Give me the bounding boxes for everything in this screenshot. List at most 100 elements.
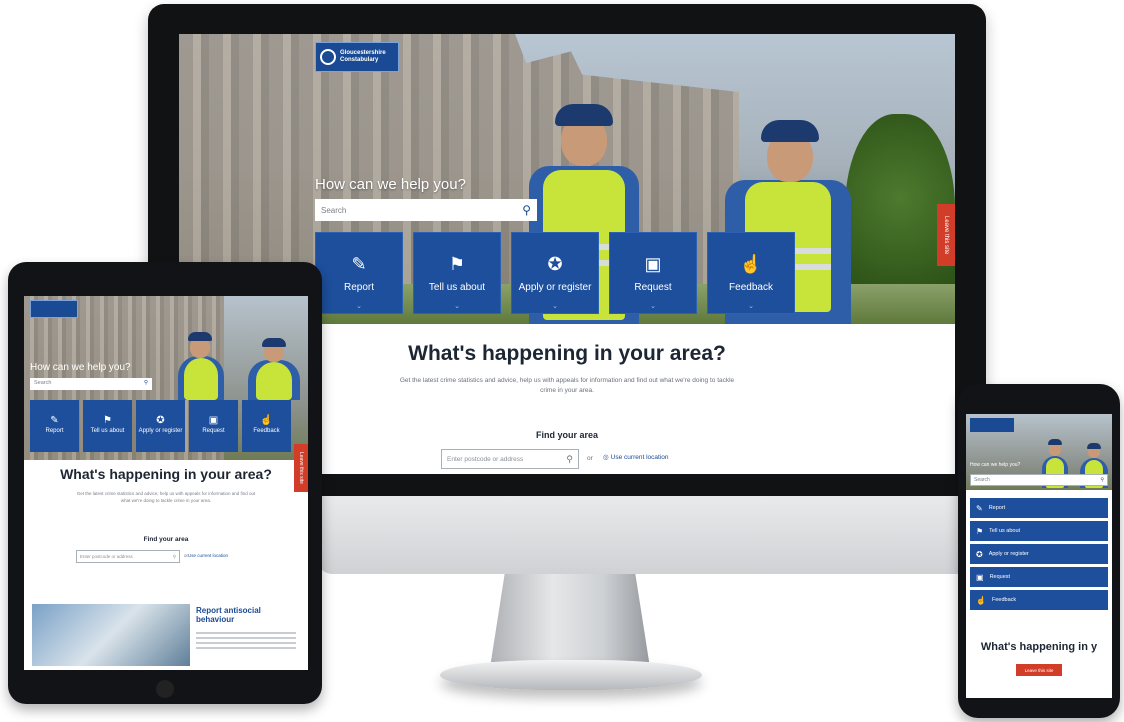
folder-info-icon: ▣ — [976, 572, 984, 582]
use-current-location-link[interactable]: ◎ Use current location — [603, 453, 669, 462]
tile-label: Report — [343, 281, 374, 293]
card-title-link[interactable]: Report antisocial behaviour — [196, 606, 296, 624]
badge-icon: ✪ — [547, 253, 563, 274]
service-tiles: ✎ Report ⌄ ⚑ Tell us about ⌄ ✪ Apply or … — [315, 232, 795, 314]
phone-screen: How can we help you? Search ⚲ ✎ Report ⚑ T… — [966, 414, 1112, 698]
search-icon[interactable]: ⚲ — [1100, 477, 1104, 483]
tile-label: Request — [634, 281, 672, 293]
thumbs-icon: ☝ — [976, 595, 986, 605]
or-label: or — [587, 455, 593, 462]
area-heading: What's happening in your area? — [60, 466, 272, 482]
postcode-placeholder: Enter postcode or address — [447, 455, 524, 463]
menu-item-label: Request — [989, 574, 1011, 580]
menu-item-request[interactable]: ▣ Request — [970, 567, 1108, 587]
phone-device: How can we help you? Search ⚲ ✎ Report ⚑ T… — [958, 384, 1120, 718]
leave-site-button[interactable]: Leave this site — [937, 204, 955, 266]
search-icon[interactable]: ⚲ — [173, 554, 176, 559]
folder-info-icon: ▣ — [208, 415, 219, 426]
report-icon: ✎ — [976, 503, 983, 513]
thumbs-icon: ☝ — [739, 253, 763, 274]
flag-icon: ⚑ — [976, 526, 984, 536]
hero-search-input[interactable]: Search ⚲ — [30, 378, 152, 390]
tile-tell-us-about[interactable]: ⚑ Tell us about ⌄ — [413, 232, 501, 314]
tile-feedback[interactable]: ☝ Feedback ⌄ — [707, 232, 795, 314]
folder-info-icon: ▣ — [644, 253, 662, 274]
tile-label: Tell us about — [90, 428, 125, 434]
service-tiles: ✎ Report ⚑ Tell us about ✪ Apply or registe… — [30, 400, 291, 452]
search-placeholder: Search — [321, 205, 347, 215]
phone-hero-banner: How can we help you? Search ⚲ — [966, 414, 1112, 490]
use-current-location-link[interactable]: Use current location — [188, 553, 228, 558]
brand-logo[interactable]: Gloucestershire Constabulary — [315, 42, 399, 72]
search-placeholder: Search — [34, 380, 52, 386]
tile-apply-or-register[interactable]: ✪ Apply or register ⌄ — [511, 232, 599, 314]
menu-item-feedback[interactable]: ☝ Feedback — [970, 590, 1108, 610]
tile-request[interactable]: ▣ Request ⌄ — [609, 232, 697, 314]
officer-photo-left — [174, 330, 228, 400]
monitor-stand-neck — [490, 574, 650, 662]
hero-title: How can we help you? — [970, 462, 1021, 468]
menu-item-report[interactable]: ✎ Report — [970, 498, 1108, 518]
tile-report[interactable]: ✎ Report — [30, 400, 79, 452]
flag-icon: ⚑ — [103, 415, 112, 426]
monitor-chin — [318, 496, 986, 574]
hero-title: How can we help you? — [30, 362, 131, 373]
chevron-down-icon: ⌄ — [454, 303, 460, 310]
menu-item-label: Feedback — [991, 597, 1017, 603]
find-area-label: Find your area — [143, 536, 189, 543]
chevron-down-icon: ⌄ — [356, 303, 362, 310]
menu-item-apply-or-register[interactable]: ✪ Apply or register — [970, 544, 1108, 564]
postcode-input[interactable]: Enter postcode or address ⚲ — [76, 550, 180, 563]
report-icon: ✎ — [50, 415, 59, 426]
tile-label: Feedback — [253, 428, 280, 434]
badge-icon: ✪ — [156, 415, 165, 426]
tablet-device: How can we help you? Search ⚲ ✎ Report ⚑ T… — [8, 262, 322, 704]
card-text — [196, 632, 296, 652]
area-description: Get the latest crime statistics and advi… — [399, 377, 735, 394]
tile-tell-us-about[interactable]: ⚑ Tell us about — [83, 400, 132, 452]
tile-label: Tell us about — [428, 281, 486, 293]
tablet-screen: How can we help you? Search ⚲ ✎ Report ⚑ T… — [24, 296, 308, 670]
search-icon[interactable]: ⚲ — [566, 454, 573, 465]
monitor-stand-base — [440, 660, 702, 690]
leave-site-button[interactable]: Leave this site — [1016, 664, 1062, 676]
chevron-down-icon: ⌄ — [650, 303, 656, 310]
location-icon: ◎ — [603, 454, 609, 461]
tile-apply-or-register[interactable]: ✪ Apply or register — [136, 400, 185, 452]
home-button — [156, 680, 174, 698]
tile-report[interactable]: ✎ Report ⌄ — [315, 232, 403, 314]
phone-service-menu: ✎ Report ⚑ Tell us about ✪ Apply or registe… — [970, 498, 1108, 613]
tile-label: Report — [45, 428, 64, 434]
hero-search-input[interactable]: Search ⚲ — [315, 199, 537, 221]
brand-name: Gloucestershire Constabulary — [340, 50, 386, 63]
tile-feedback[interactable]: ☝ Feedback — [242, 400, 291, 452]
use-location-label: Use current location — [610, 453, 669, 461]
brand-logo[interactable] — [970, 418, 1014, 432]
broken-glass-photo — [32, 604, 190, 666]
area-heading: What's happening in y — [980, 641, 1098, 653]
tile-label: Request — [202, 428, 225, 434]
tile-label: Apply or register — [518, 281, 592, 293]
postcode-input[interactable]: Enter postcode or address ⚲ — [441, 449, 579, 469]
area-description: Get the latest crime statistics and advi… — [76, 491, 256, 503]
flag-icon: ⚑ — [448, 253, 466, 274]
menu-item-label: Apply or register — [988, 551, 1029, 557]
menu-item-tell-us-about[interactable]: ⚑ Tell us about — [970, 521, 1108, 541]
search-icon[interactable]: ⚲ — [522, 203, 531, 217]
brand-logo[interactable] — [30, 300, 78, 318]
tile-label: Feedback — [729, 281, 773, 293]
search-icon[interactable]: ⚲ — [144, 380, 148, 388]
postcode-placeholder: Enter postcode or address — [80, 554, 133, 559]
chevron-down-icon: ⌄ — [552, 303, 558, 310]
tile-request[interactable]: ▣ Request — [189, 400, 238, 452]
device-mockup-scene: Gloucestershire Constabulary How can we h… — [0, 0, 1124, 722]
hero-search-input[interactable]: Search ⚲ — [970, 474, 1108, 486]
search-placeholder: Search — [974, 477, 990, 483]
tile-label: Apply or register — [138, 428, 183, 434]
badge-icon: ✪ — [976, 549, 983, 559]
chevron-down-icon: ⌄ — [748, 303, 754, 310]
report-icon: ✎ — [351, 253, 367, 274]
crest-icon — [320, 49, 336, 65]
officer-photo-right — [246, 338, 302, 400]
menu-item-label: Report — [988, 505, 1006, 511]
